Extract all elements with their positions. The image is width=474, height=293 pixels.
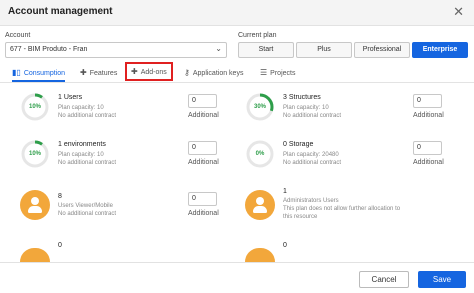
tab-application-keys-label: Application keys xyxy=(192,70,244,77)
storage-contract: No additional contract xyxy=(283,160,342,166)
viewers-title: 8 xyxy=(58,193,62,200)
puzzle-icon: ✚ xyxy=(131,67,138,76)
viewers-subtitle: Users Viewer/Mobile xyxy=(58,203,113,209)
structures-contract: No additional contract xyxy=(283,113,342,119)
tab-divider xyxy=(0,82,474,83)
user-icon xyxy=(31,197,39,205)
viewers-additional-label: Additional xyxy=(188,210,219,217)
storage-title: 0 Storage xyxy=(283,141,314,148)
viewer-user-avatar xyxy=(20,190,50,220)
users-additional-input[interactable]: 0 xyxy=(188,94,217,108)
tab-projects[interactable]: ☰ Projects xyxy=(260,64,295,82)
current-plan-label: Current plan xyxy=(238,32,277,39)
structures-capacity: Plan capacity: 10 xyxy=(283,105,329,111)
tab-add-ons[interactable]: ✚ Add-ons xyxy=(125,62,173,81)
tab-consumption-label: Consumption xyxy=(23,70,66,77)
footer-divider xyxy=(0,262,474,263)
environments-title: 1 environments xyxy=(58,141,106,148)
structures-title: 3 Structures xyxy=(283,94,321,101)
storage-capacity: Plan capacity: 20480 xyxy=(283,152,339,158)
viewers-additional-input[interactable]: 0 xyxy=(188,192,217,206)
save-button[interactable]: Save xyxy=(418,271,466,288)
storage-additional-label: Additional xyxy=(413,159,444,166)
viewers-contract: No additional contract xyxy=(58,211,117,217)
plan-start-button[interactable]: Start xyxy=(238,42,294,58)
users-capacity: Plan capacity: 10 xyxy=(58,105,104,111)
administrators-subtitle: Administrators Users xyxy=(283,198,339,204)
tab-features-label: Features xyxy=(89,70,118,77)
plan-enterprise-button[interactable]: Enterprise xyxy=(412,42,468,58)
tab-add-ons-label: Add-ons xyxy=(140,69,167,76)
environments-additional-label: Additional xyxy=(188,159,219,166)
environments-contract: No additional contract xyxy=(58,160,117,166)
users-title: 1 Users xyxy=(58,94,83,101)
close-icon[interactable]: ✕ xyxy=(453,4,464,20)
environments-additional-input[interactable]: 0 xyxy=(188,141,217,155)
storage-percent: 0% xyxy=(255,151,265,157)
key-icon: ⚷ xyxy=(184,68,190,77)
environments-percent: 10% xyxy=(28,151,41,157)
administrators-note-line2: this resource xyxy=(283,214,318,220)
dialog-title: Account management xyxy=(8,6,113,17)
dialog-header: Account management ✕ xyxy=(0,0,474,26)
bar-chart-icon: ▮▯ xyxy=(12,68,21,77)
environments-capacity: Plan capacity: 10 xyxy=(58,152,104,158)
structures-additional-input[interactable]: 0 xyxy=(413,94,442,108)
bottom-left-avatar xyxy=(20,248,50,262)
users-percent: 10% xyxy=(28,104,41,110)
plan-professional-button[interactable]: Professional xyxy=(354,42,410,58)
storage-additional-input[interactable]: 0 xyxy=(413,141,442,155)
tab-projects-label: Projects xyxy=(270,70,296,77)
account-label: Account xyxy=(5,32,31,39)
user-icon xyxy=(256,197,264,205)
users-additional-label: Additional xyxy=(188,112,219,119)
puzzle-icon: ✚ xyxy=(80,68,87,77)
cancel-button[interactable]: Cancel xyxy=(359,271,409,288)
account-select-value: 677 - BIM Produto - Fran xyxy=(10,46,88,53)
account-select[interactable]: 677 - BIM Produto - Fran ⌄ xyxy=(5,42,227,58)
structures-percent: 30% xyxy=(253,104,266,110)
chevron-down-icon: ⌄ xyxy=(215,44,222,53)
bottom-left-title: 0 xyxy=(58,242,62,249)
administrators-note-line1: This plan does not allow further allocat… xyxy=(283,206,401,212)
bottom-right-title: 0 xyxy=(283,242,287,249)
users-contract: No additional contract xyxy=(58,113,117,119)
bottom-right-avatar xyxy=(245,248,275,262)
tab-consumption[interactable]: ▮▯ Consumption xyxy=(12,64,66,82)
admin-user-avatar xyxy=(245,190,275,220)
list-icon: ☰ xyxy=(260,68,268,77)
administrators-title: 1 xyxy=(283,188,287,195)
tab-features[interactable]: ✚ Features xyxy=(80,64,117,82)
tab-application-keys[interactable]: ⚷ Application keys xyxy=(184,64,243,82)
plan-plus-button[interactable]: Plus xyxy=(296,42,352,58)
structures-additional-label: Additional xyxy=(413,112,444,119)
